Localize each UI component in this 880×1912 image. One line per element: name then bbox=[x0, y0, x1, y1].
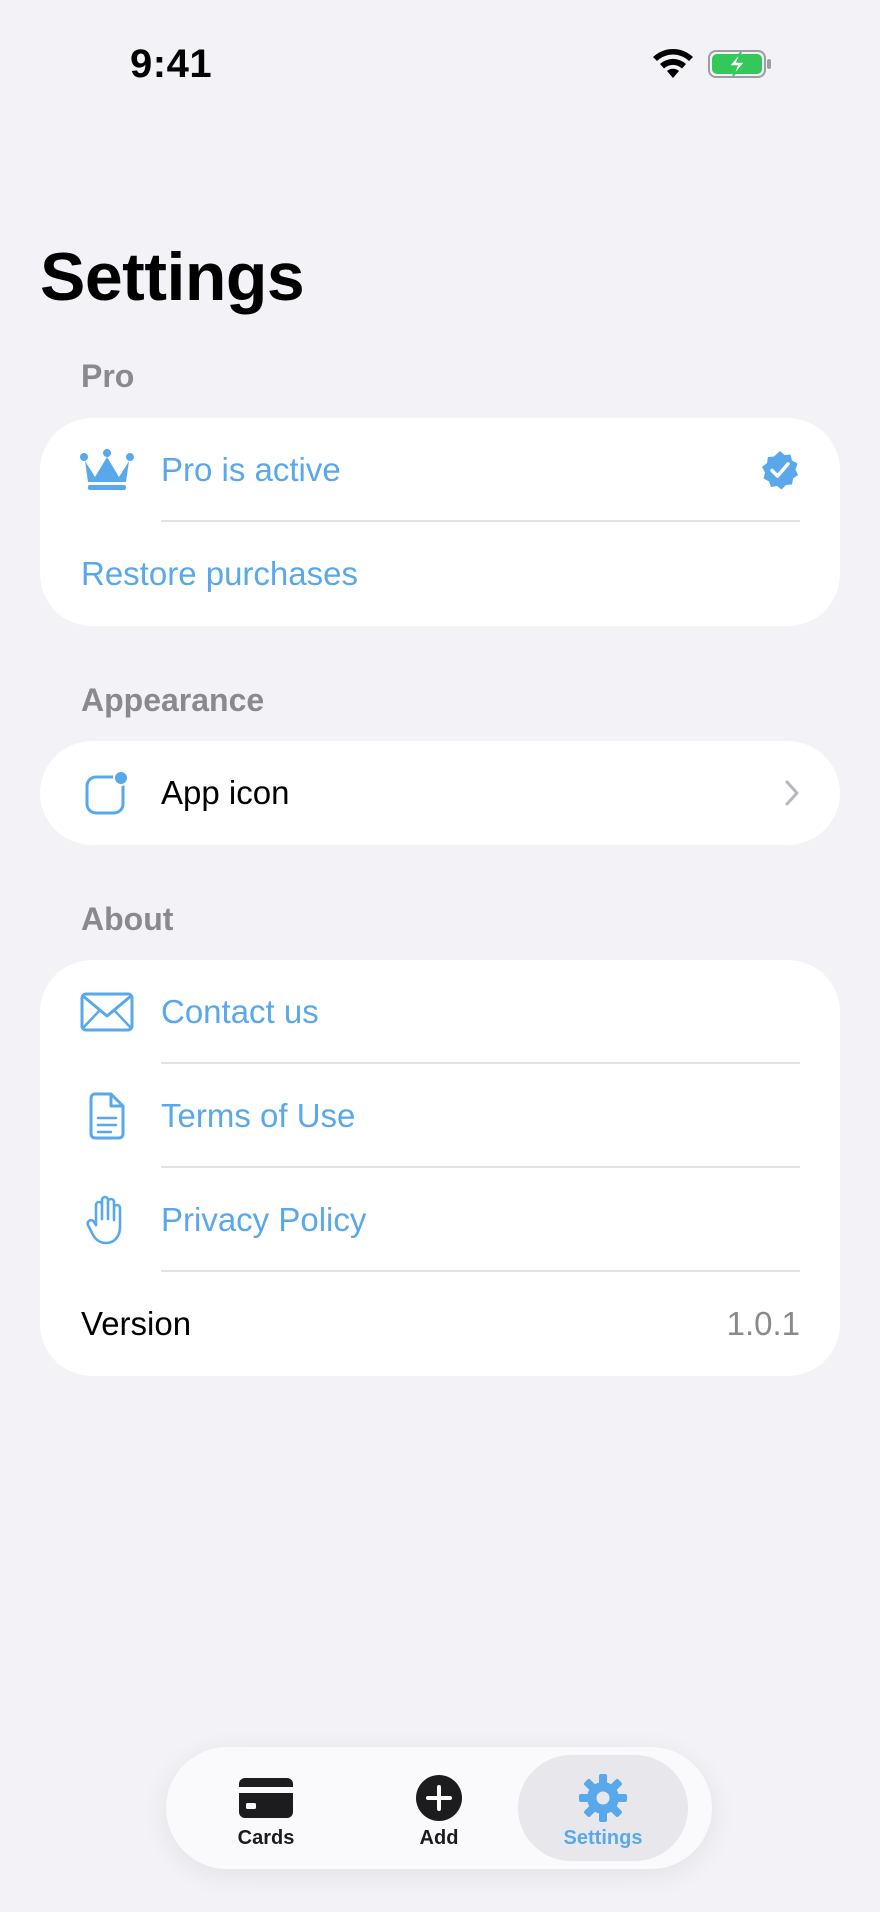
appearance-card: App icon bbox=[40, 741, 840, 845]
page-title: Settings bbox=[40, 239, 305, 315]
tab-add[interactable]: Add bbox=[354, 1755, 524, 1861]
tab-cards-label: Cards bbox=[237, 1827, 295, 1849]
version-row: Version 1.0.1 bbox=[40, 1272, 840, 1376]
app-icon-row[interactable]: App icon bbox=[40, 741, 840, 845]
app-icon-badge-icon bbox=[78, 764, 136, 822]
version-label: Version bbox=[81, 1305, 192, 1342]
credit-card-icon bbox=[239, 1775, 293, 1821]
crown-icon bbox=[78, 441, 136, 499]
document-icon bbox=[78, 1087, 136, 1145]
envelope-icon bbox=[78, 983, 136, 1041]
pro-card: Pro is active Restore purchases bbox=[40, 418, 840, 626]
restore-purchases-label: Restore purchases bbox=[81, 555, 358, 592]
contact-us-label: Contact us bbox=[161, 993, 319, 1030]
section-header-about: About bbox=[81, 901, 174, 937]
privacy-policy-label: Privacy Policy bbox=[161, 1201, 367, 1238]
section-header-appearance: Appearance bbox=[81, 682, 265, 718]
privacy-policy-row[interactable]: Privacy Policy bbox=[40, 1168, 840, 1272]
status-time: 9:41 bbox=[130, 42, 213, 86]
terms-of-use-label: Terms of Use bbox=[161, 1097, 356, 1134]
tab-settings-label: Settings bbox=[563, 1827, 643, 1849]
tab-bar: Cards Add Settings bbox=[166, 1747, 712, 1869]
wifi-icon bbox=[653, 49, 693, 78]
tab-cards[interactable]: Cards bbox=[181, 1755, 351, 1861]
about-card: Contact us Terms of Use Privacy Policy V… bbox=[40, 960, 840, 1376]
tab-settings[interactable]: Settings bbox=[518, 1755, 688, 1861]
tab-add-label: Add bbox=[419, 1827, 459, 1849]
section-header-pro: Pro bbox=[81, 358, 135, 394]
pro-status-label: Pro is active bbox=[161, 451, 341, 488]
status-bar: 9:41 bbox=[0, 0, 880, 130]
verified-badge-icon bbox=[760, 450, 800, 490]
restore-purchases-row[interactable]: Restore purchases bbox=[40, 522, 840, 626]
app-icon-label: App icon bbox=[161, 774, 290, 811]
contact-us-row[interactable]: Contact us bbox=[40, 960, 840, 1064]
version-value: 1.0.1 bbox=[726, 1305, 800, 1342]
battery-charging-icon bbox=[708, 50, 771, 78]
gear-icon bbox=[576, 1774, 630, 1822]
terms-of-use-row[interactable]: Terms of Use bbox=[40, 1064, 840, 1168]
pro-status-row[interactable]: Pro is active bbox=[40, 418, 840, 522]
hand-raised-icon bbox=[78, 1191, 136, 1249]
plus-circle-icon bbox=[412, 1775, 466, 1821]
chevron-right-icon bbox=[784, 779, 800, 807]
